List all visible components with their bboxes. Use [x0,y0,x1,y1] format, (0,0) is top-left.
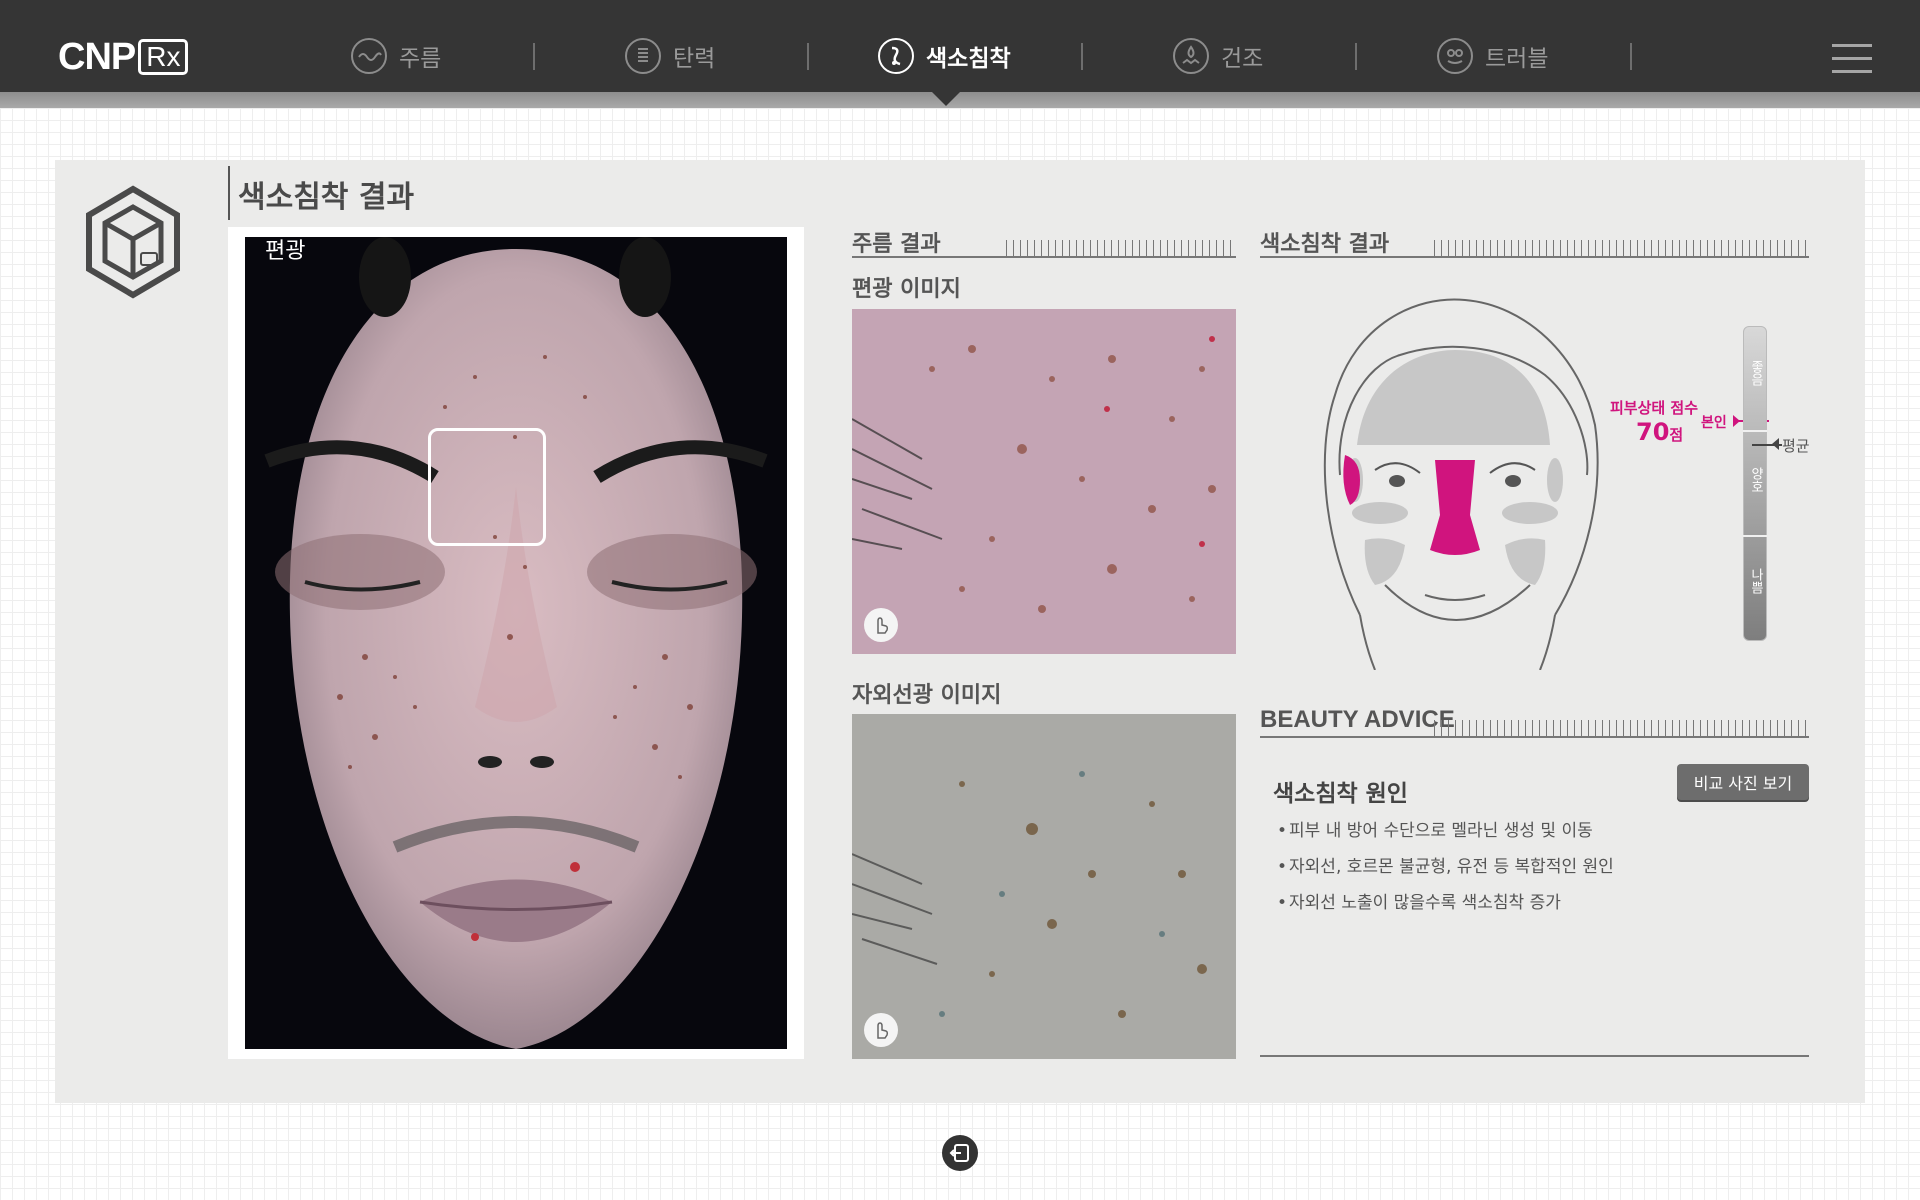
region-of-interest-box[interactable] [428,428,546,546]
scale-good: 좋음 [1748,360,1763,386]
uv-image[interactable] [852,714,1236,1059]
tab-divider [1081,43,1083,70]
tab-trouble[interactable]: 트러블 [1437,36,1548,76]
average-marker-arrow [1772,438,1779,450]
section-ruler [1260,716,1809,738]
scale-divider [1743,535,1767,537]
compare-photos-button[interactable]: 비교 사진 보기 [1677,764,1809,800]
tab-dryness[interactable]: 건조 [1173,36,1263,76]
self-marker-arrow [1733,415,1740,427]
tab-elasticity[interactable]: 탄력 [625,36,715,76]
tab-label: 탄력 [673,46,716,72]
scale-fair: 양호 [1748,467,1763,493]
tab-divider [807,43,809,70]
advice-item: 자외선, 호르몬 불균형, 유전 등 복합적인 원인 [1277,849,1614,885]
logo-badge: Rx [138,39,189,75]
wrinkle-icon [351,38,387,74]
hamburger-menu-icon[interactable] [1832,44,1872,74]
tab-divider [1355,43,1357,70]
pigmentation-icon [878,38,914,74]
face-photo[interactable] [245,237,787,1049]
advice-item: 자외선 노출이 많을수록 색소침착 증가 [1277,885,1614,921]
top-navigation-strip [0,92,1920,108]
scale-divider [1743,430,1767,432]
exit-icon[interactable] [942,1135,978,1171]
polarized-image[interactable] [852,309,1236,654]
tab-label: 트러블 [1485,46,1549,72]
dryness-icon [1173,38,1209,74]
self-marker-label: 본인 [1701,415,1727,431]
average-marker-label: 평균 [1782,437,1810,455]
score-value: 70점 [1636,418,1684,446]
trouble-icon [1437,38,1473,74]
tab-divider [533,43,535,70]
section-ruler [1260,236,1809,258]
tab-label: 색소침착 [926,46,1011,72]
hand-touch-icon[interactable] [864,608,898,642]
scale-bad: 나쁨 [1748,568,1763,594]
cnp-cube-logo-icon [86,185,180,299]
page-title: 색소침착 결과 [228,166,414,220]
active-tab-pointer [932,92,960,106]
polarized-image-title: 편광 이미지 [852,277,961,302]
elasticity-icon [625,38,661,74]
face-map-diagram [1323,298,1599,670]
app-logo: CNP Rx [58,35,189,78]
tab-pigmentation[interactable]: 색소침착 [878,36,1011,76]
tab-wrinkle[interactable]: 주름 [351,36,441,76]
tab-label: 건조 [1221,46,1264,72]
uv-image-title: 자외선광 이미지 [852,683,1002,708]
advice-bottom-divider [1260,1055,1809,1057]
score-label: 피부상태 점수 [1610,399,1699,417]
hand-touch-icon[interactable] [864,1013,898,1047]
logo-text: CNP [58,35,136,78]
section-ruler [852,236,1236,258]
advice-list: 피부 내 방어 수단으로 멜라닌 생성 및 이동 자외선, 호르몬 불균형, 유… [1277,813,1614,921]
photo-mode-label: 편광 [265,239,306,264]
tab-divider [1630,43,1632,70]
tab-label: 주름 [399,46,442,72]
advice-cause-title: 색소침착 원인 [1273,781,1408,807]
advice-item: 피부 내 방어 수단으로 멜라닌 생성 및 이동 [1277,813,1614,849]
